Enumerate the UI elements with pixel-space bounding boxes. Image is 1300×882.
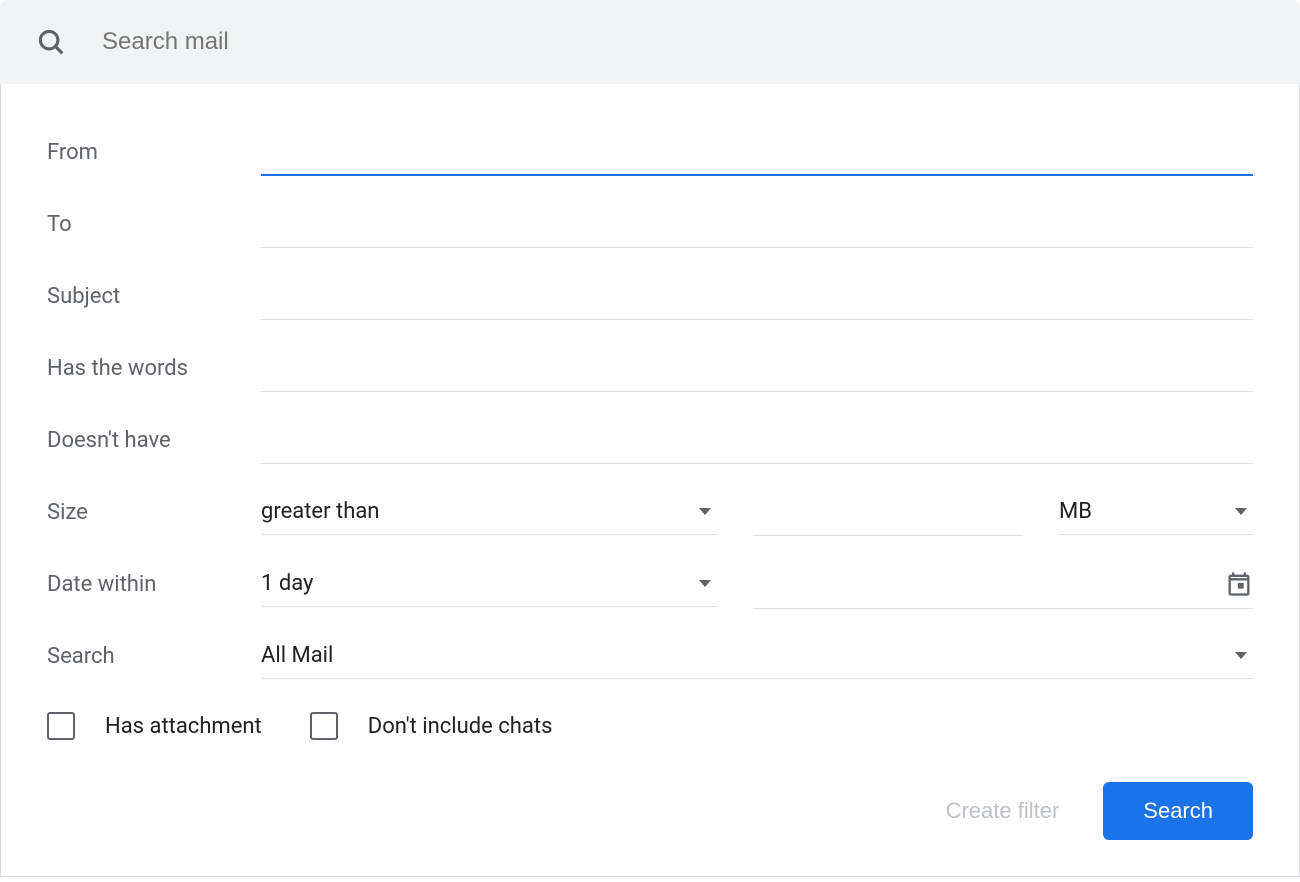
chevron-down-icon bbox=[699, 508, 711, 515]
size-comparator-value: greater than bbox=[261, 499, 691, 524]
doesnt-have-row: Doesn't have bbox=[47, 404, 1253, 476]
subject-label: Subject bbox=[47, 284, 261, 309]
subject-input[interactable] bbox=[261, 273, 1253, 320]
search-in-row: Search All Mail bbox=[47, 620, 1253, 692]
has-words-label: Has the words bbox=[47, 356, 261, 381]
search-input[interactable] bbox=[102, 28, 1264, 56]
footer: Create filter Search bbox=[47, 770, 1253, 840]
from-label: From bbox=[47, 140, 261, 165]
has-attachment-group: Has attachment bbox=[47, 712, 262, 740]
size-unit-dropdown[interactable]: MB bbox=[1059, 489, 1253, 535]
size-unit-value: MB bbox=[1059, 499, 1227, 524]
advanced-search-panel: From To Subject Has the words Doesn't ha… bbox=[0, 84, 1300, 877]
checkbox-row: Has attachment Don't include chats bbox=[47, 692, 1253, 770]
search-location-dropdown[interactable]: All Mail bbox=[261, 633, 1253, 679]
to-input[interactable] bbox=[261, 201, 1253, 248]
date-range-value: 1 day bbox=[261, 571, 691, 596]
size-value-input[interactable] bbox=[753, 489, 1023, 536]
chevron-down-icon bbox=[699, 580, 711, 587]
exclude-chats-label: Don't include chats bbox=[368, 714, 553, 739]
size-row: Size greater than MB bbox=[47, 476, 1253, 548]
search-button[interactable]: Search bbox=[1103, 782, 1253, 840]
search-location-value: All Mail bbox=[261, 643, 1227, 668]
date-row: Date within 1 day bbox=[47, 548, 1253, 620]
from-input[interactable] bbox=[261, 128, 1253, 176]
doesnt-have-input[interactable] bbox=[261, 417, 1253, 464]
calendar-icon[interactable] bbox=[1225, 570, 1253, 598]
size-comparator-dropdown[interactable]: greater than bbox=[261, 489, 717, 535]
size-label: Size bbox=[47, 500, 261, 525]
date-label: Date within bbox=[47, 572, 261, 597]
search-icon bbox=[36, 27, 66, 57]
chevron-down-icon bbox=[1235, 652, 1247, 659]
has-attachment-label: Has attachment bbox=[105, 714, 262, 739]
search-bar[interactable] bbox=[0, 0, 1300, 84]
date-range-dropdown[interactable]: 1 day bbox=[261, 561, 717, 607]
exclude-chats-checkbox[interactable] bbox=[310, 712, 338, 740]
exclude-chats-group: Don't include chats bbox=[310, 712, 553, 740]
has-attachment-checkbox[interactable] bbox=[47, 712, 75, 740]
to-label: To bbox=[47, 212, 261, 237]
create-filter-button[interactable]: Create filter bbox=[946, 798, 1060, 824]
has-words-input[interactable] bbox=[261, 345, 1253, 392]
from-row: From bbox=[47, 116, 1253, 188]
subject-row: Subject bbox=[47, 260, 1253, 332]
search-in-label: Search bbox=[47, 644, 261, 669]
to-row: To bbox=[47, 188, 1253, 260]
has-words-row: Has the words bbox=[47, 332, 1253, 404]
doesnt-have-label: Doesn't have bbox=[47, 428, 261, 453]
chevron-down-icon bbox=[1235, 508, 1247, 515]
date-value-input[interactable] bbox=[753, 571, 1225, 597]
